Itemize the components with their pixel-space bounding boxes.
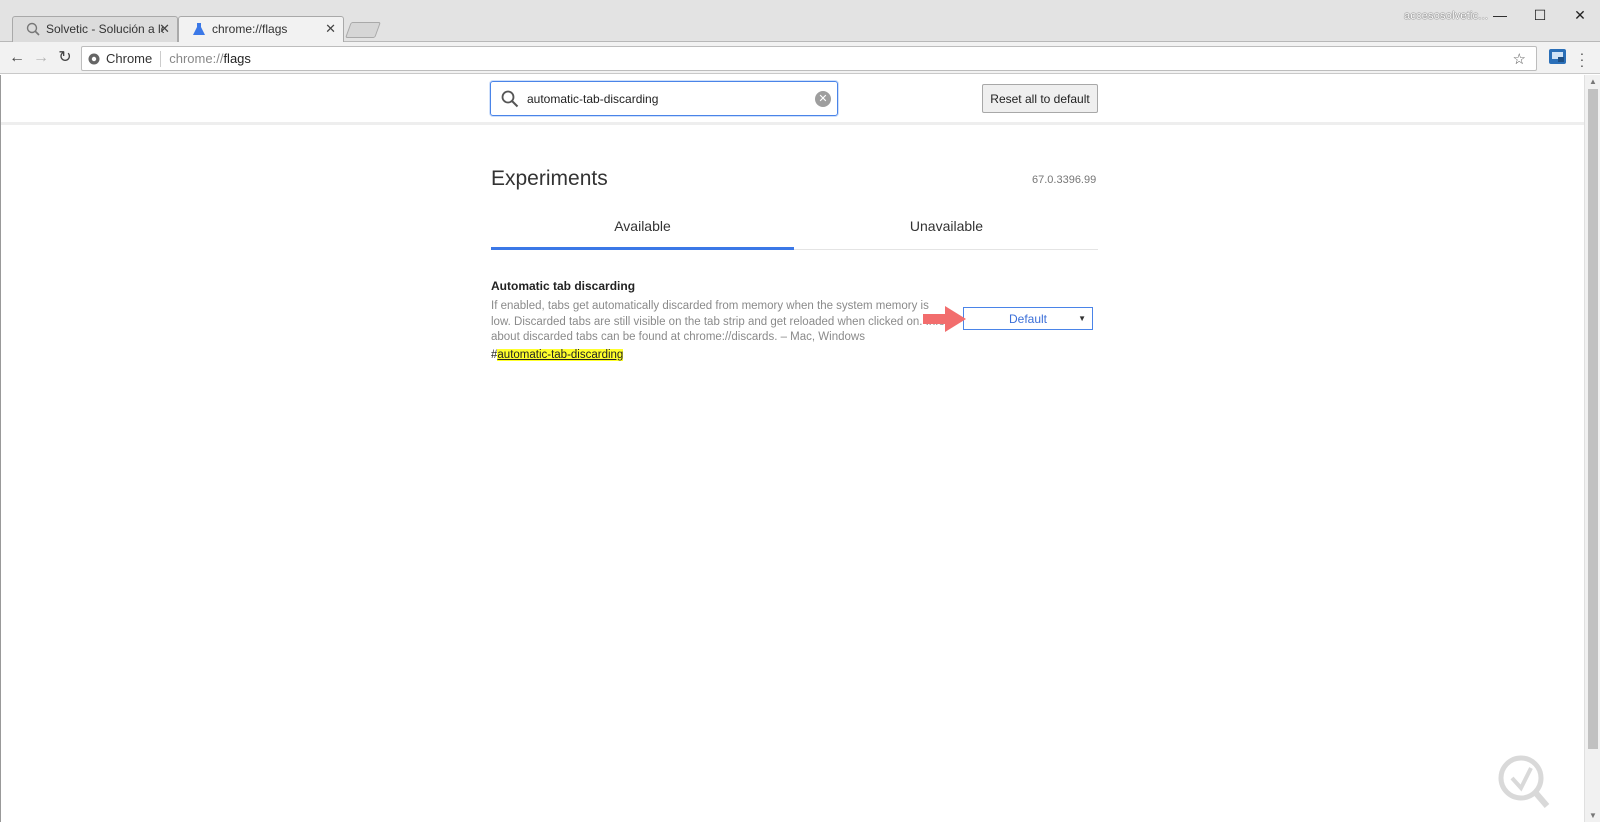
extension-icon[interactable] (1549, 49, 1566, 64)
reload-icon[interactable]: ↻ (54, 47, 76, 69)
tab-unavailable[interactable]: Unavailable (795, 205, 1098, 250)
search-field[interactable]: ✕ (490, 81, 838, 116)
scroll-thumb[interactable] (1588, 89, 1598, 749)
close-window-icon[interactable]: ✕ (1565, 4, 1595, 26)
tab-solvetic[interactable]: Solvetic - Solución a los p ✕ (12, 16, 178, 42)
profile-name[interactable]: accesosolvetic... (1404, 10, 1488, 22)
flag-permalink[interactable]: #automatic-tab-discarding (491, 348, 1098, 361)
flag-name: Automatic tab discarding (491, 279, 636, 293)
flag-state-select[interactable]: Default ▼ (963, 307, 1093, 330)
divider (160, 50, 162, 67)
scrollbar[interactable]: ▲ ▼ (1584, 75, 1600, 822)
flag-link-text[interactable]: automatic-tab-discarding (497, 348, 624, 361)
version-label: 67.0.3396.99 (1032, 174, 1097, 186)
url-scheme: chrome:// (169, 51, 224, 66)
content-tabs: Available Unavailable (491, 205, 1098, 250)
page-title: Experiments (491, 167, 608, 190)
scroll-up-icon[interactable]: ▲ (1589, 77, 1597, 86)
search-input[interactable] (527, 91, 807, 106)
close-tab-icon[interactable]: ✕ (159, 22, 170, 36)
address-bar[interactable]: Chrome chrome:// flags ☆ (81, 46, 1537, 71)
clear-search-icon[interactable]: ✕ (815, 91, 831, 107)
tab-label: Solvetic - Solución a los p (46, 22, 164, 36)
tab-label: chrome://flags (212, 22, 288, 36)
scroll-down-icon[interactable]: ▼ (1589, 811, 1597, 820)
new-tab-button[interactable] (345, 22, 381, 38)
forward-icon[interactable]: → (30, 47, 52, 69)
browser-toolbar: ← → ↻ Chrome chrome:// flags ☆ · · · (0, 42, 1600, 74)
minimize-icon[interactable]: — (1485, 4, 1515, 26)
chevron-down-icon: ▼ (1078, 314, 1086, 323)
back-icon[interactable]: ← (6, 47, 28, 69)
reset-all-button[interactable]: Reset all to default (982, 84, 1098, 113)
annotation-arrow-icon (923, 306, 966, 332)
menu-icon[interactable]: · · · (1578, 46, 1586, 72)
flask-icon (193, 23, 205, 35)
tab-available[interactable]: Available (491, 205, 794, 250)
maximize-icon[interactable]: ☐ (1525, 4, 1555, 26)
flag-description: If enabled, tabs get automatically disca… (491, 300, 945, 343)
site-chip: Chrome (106, 51, 153, 66)
tab-flags[interactable]: chrome://flags ✕ (178, 16, 344, 42)
title-bar: Solvetic - Solución a los p ✕ chrome://f… (0, 0, 1600, 42)
flags-page: ✕ Reset all to default Experiments 67.0.… (0, 75, 1585, 822)
solvetic-favicon-icon (26, 22, 40, 36)
url-host: flags (223, 51, 251, 66)
close-tab-icon[interactable]: ✕ (325, 22, 336, 36)
search-icon (501, 90, 519, 107)
solvetic-logo-icon (1498, 755, 1550, 808)
chrome-page-icon (88, 53, 100, 64)
search-header: ✕ Reset all to default (1, 75, 1585, 125)
bookmark-star-icon[interactable]: ☆ (1513, 50, 1526, 68)
selected-option: Default (1008, 311, 1048, 326)
